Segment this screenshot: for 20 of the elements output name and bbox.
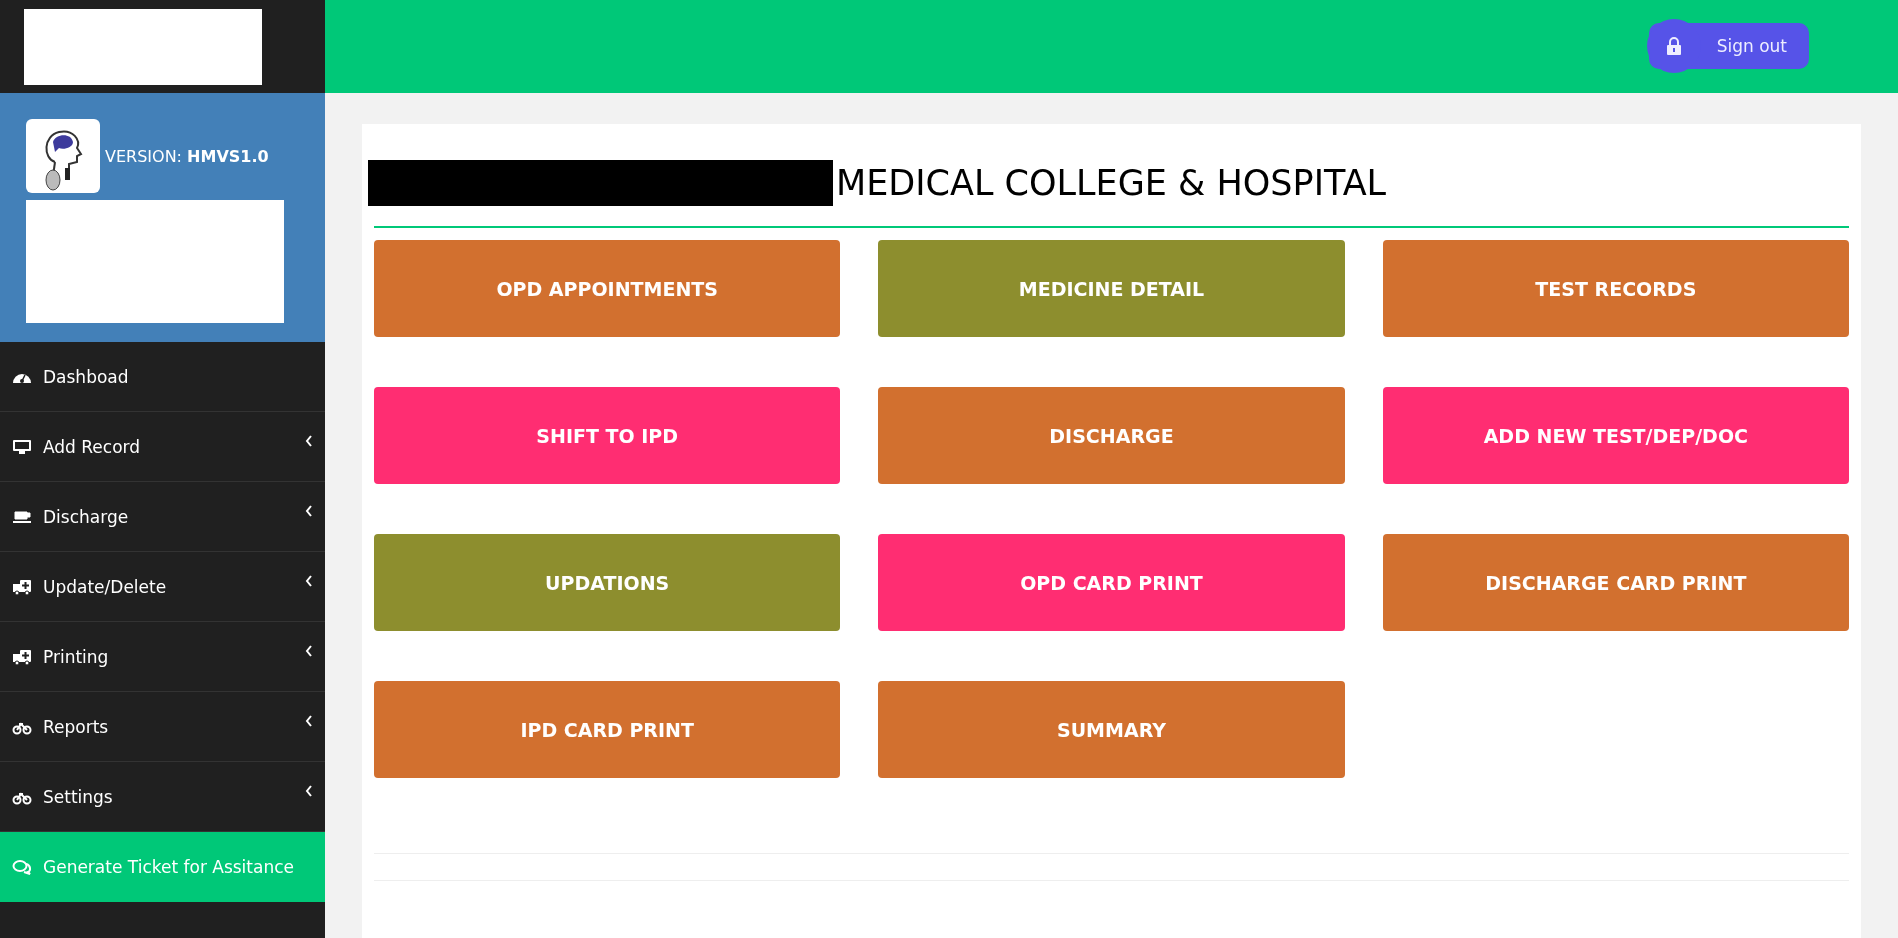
menu-tile[interactable]: MEDICINE DETAIL — [878, 240, 1345, 337]
ticket-link[interactable]: Generate Ticket for Assitance — [0, 832, 325, 902]
menu-tile[interactable]: UPDATIONS — [374, 534, 841, 631]
ambulance-icon — [12, 648, 32, 665]
menu-tile[interactable]: DISCHARGE — [878, 387, 1345, 484]
lock-icon — [1665, 35, 1682, 56]
menu-tile[interactable]: SUMMARY — [878, 681, 1345, 778]
chat-icon — [12, 859, 32, 875]
ambulance-icon — [12, 578, 32, 595]
page-title: MEDICAL COLLEGE & HOSPITAL — [836, 163, 1387, 203]
menu-tile[interactable]: IPD CARD PRINT — [374, 681, 841, 778]
head-mouse-icon — [25, 118, 101, 194]
version-text: VERSION: HMVS1.0 — [105, 146, 269, 166]
menu-tile[interactable]: OPD CARD PRINT — [878, 534, 1345, 631]
menu-tile[interactable]: TEST RECORDS — [1382, 240, 1849, 337]
menu-tile[interactable]: SHIFT TO IPD — [374, 387, 841, 484]
menu-tile[interactable]: OPD APPOINTMENTS — [374, 240, 841, 337]
menu-tile[interactable]: ADD NEW TEST/DEP/DOC — [1382, 387, 1849, 484]
menu-tile[interactable]: DISCHARGE CARD PRINT — [1382, 534, 1849, 631]
monitor-icon — [12, 438, 32, 455]
